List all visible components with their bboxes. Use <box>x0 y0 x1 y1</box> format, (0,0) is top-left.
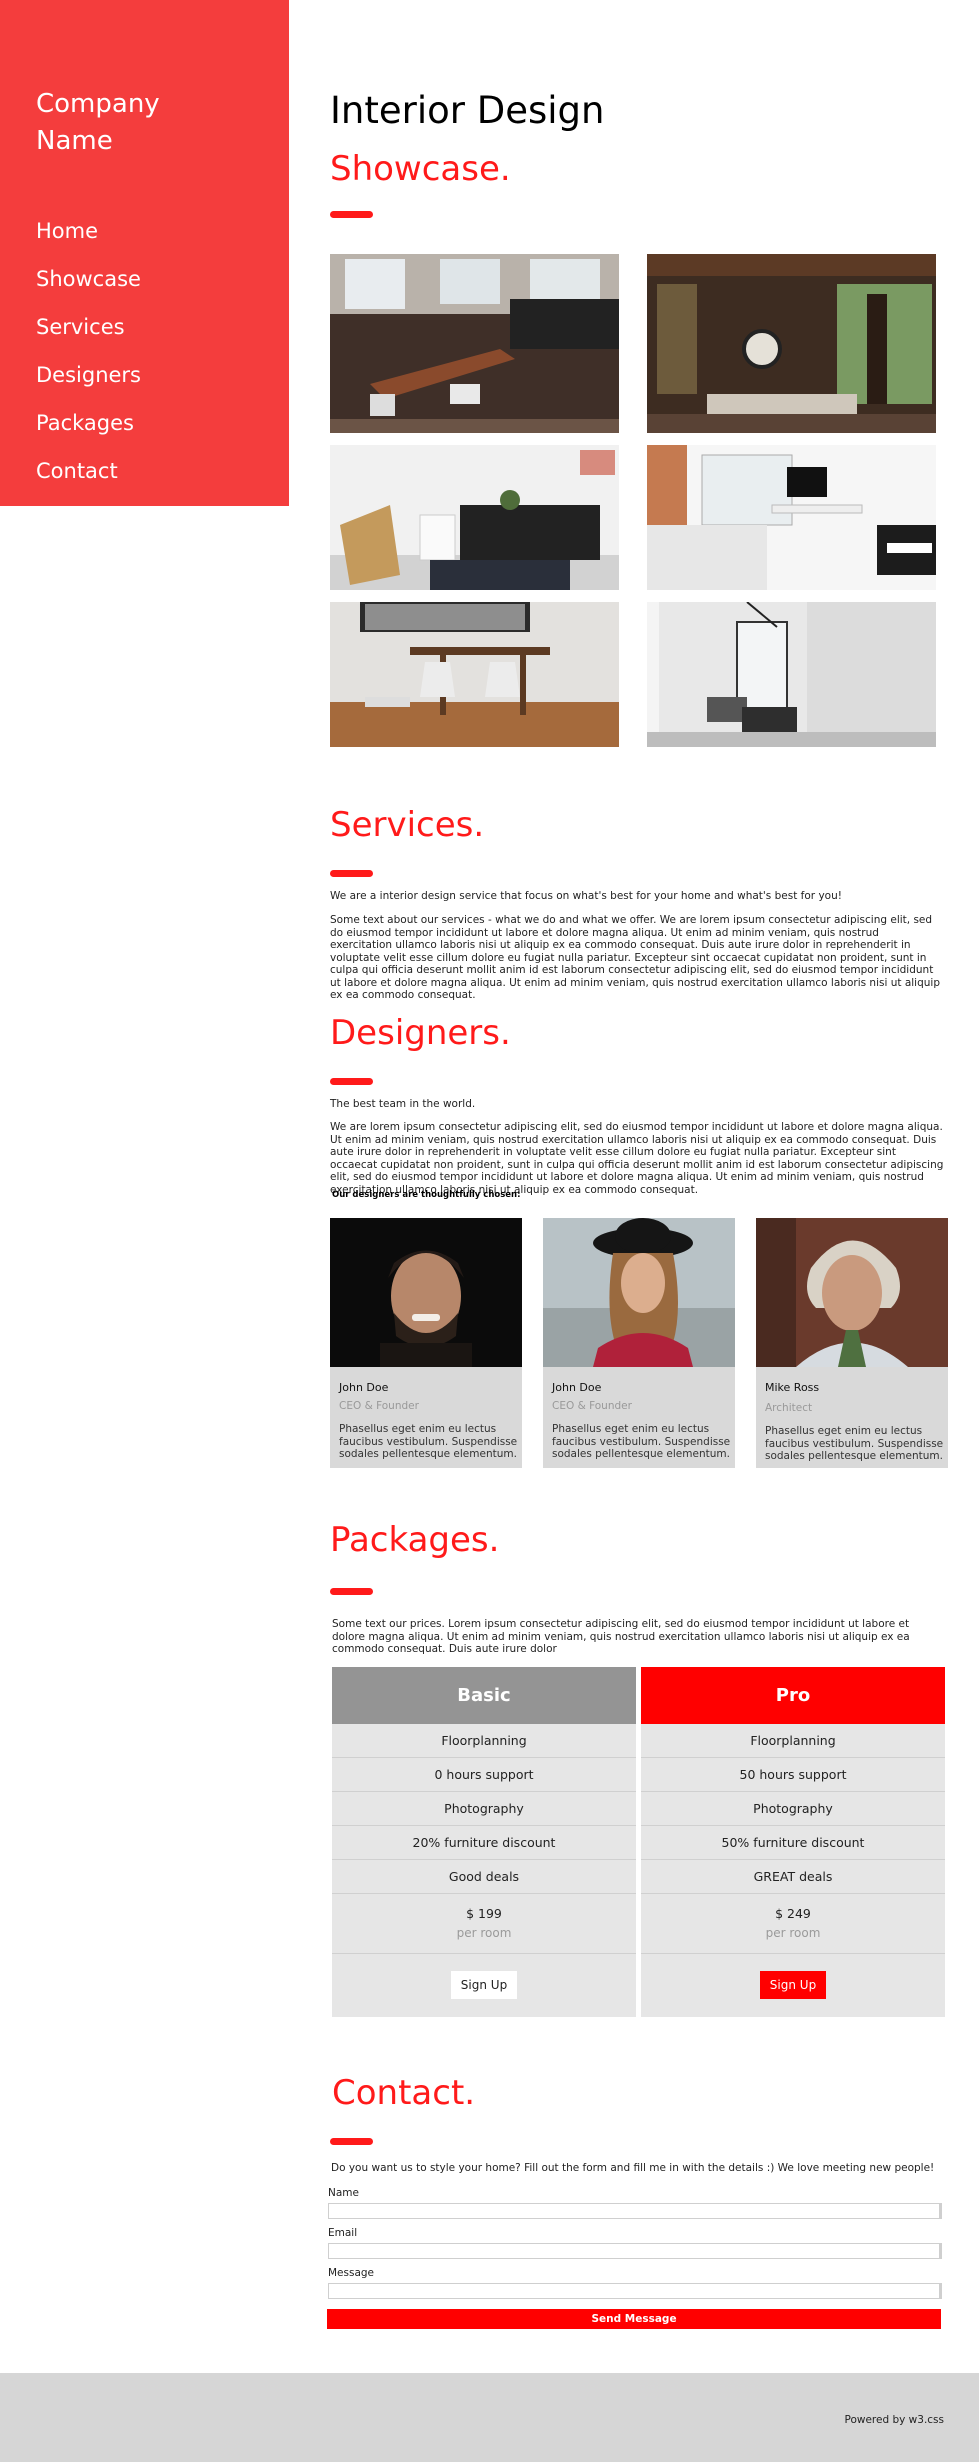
services-body: Some text about our services - what we d… <box>330 914 940 1001</box>
name-label: Name <box>328 2187 359 2199</box>
pro-sign-up-button[interactable]: Sign Up <box>759 1971 827 1999</box>
plan-price-block: $ 199 per room <box>332 1894 636 1954</box>
nav-contact[interactable]: Contact <box>36 454 141 502</box>
packages-body: Some text our prices. Lorem ipsum consec… <box>332 1618 910 1655</box>
showcase-photo-living-room[interactable] <box>330 445 619 590</box>
services-divider <box>330 870 373 877</box>
designers-heading: Designers. <box>330 1013 511 1053</box>
nav-designers[interactable]: Designers <box>36 358 141 406</box>
plan-feature: 0 hours support <box>332 1758 636 1792</box>
designer-desc: Phasellus eget enim eu lectus faucibus v… <box>552 1423 731 1460</box>
plan-feature: GREAT deals <box>641 1860 945 1894</box>
designer-name: Mike Ross <box>765 1381 820 1394</box>
showcase-divider <box>330 211 373 218</box>
designer-name: John Doe <box>339 1381 389 1394</box>
sidebar-nav: Home Showcase Services Designers Package… <box>36 214 141 502</box>
designer-role: Architect <box>765 1402 813 1414</box>
nav-showcase[interactable]: Showcase <box>36 262 141 310</box>
message-input[interactable] <box>328 2283 942 2299</box>
nav-packages[interactable]: Packages <box>36 406 141 454</box>
contact-lead: Do you want us to style your home? Fill … <box>331 2162 935 2174</box>
services-heading: Services. <box>330 805 485 845</box>
designer-role: CEO & Founder <box>552 1400 632 1412</box>
footer: Powered by w3.css <box>0 2373 979 2462</box>
packages-heading: Packages. <box>330 1520 500 1560</box>
contact-heading: Contact. <box>332 2073 476 2113</box>
plan-cta: Sign Up <box>332 1954 636 2017</box>
showcase-photo-porch[interactable] <box>647 254 936 433</box>
plan-price: $ 249 <box>775 1906 811 1921</box>
plan-title: Pro <box>641 1667 945 1724</box>
page-title: Interior Design <box>330 89 605 132</box>
designer-name: John Doe <box>552 1381 602 1394</box>
plan-price-block: $ 249 per room <box>641 1894 945 1954</box>
send-message-button[interactable]: Send Message <box>327 2309 941 2329</box>
designer-desc: Phasellus eget enim eu lectus faucibus v… <box>339 1423 518 1460</box>
message-label: Message <box>328 2267 375 2279</box>
designer-card: John Doe CEO & Founder Phasellus eget en… <box>543 1218 735 1468</box>
contact-divider <box>330 2138 373 2145</box>
basic-sign-up-button[interactable]: Sign Up <box>450 1971 518 1999</box>
sidebar: Company Name Home Showcase Services Desi… <box>0 0 289 506</box>
plan-feature: 20% furniture discount <box>332 1826 636 1860</box>
plan-feature: Floorplanning <box>641 1724 945 1758</box>
plan-cta: Sign Up <box>641 1954 945 2017</box>
email-input[interactable] <box>328 2243 942 2259</box>
services-lead: We are a interior design service that fo… <box>330 890 842 902</box>
powered-by-text: Powered by w3.css <box>844 2414 944 2426</box>
plan-feature: Photography <box>332 1792 636 1826</box>
company-name: Company Name <box>36 89 160 156</box>
plan-title: Basic <box>332 1667 636 1724</box>
designer-card: Mike Ross Architect Phasellus eget enim … <box>756 1218 948 1468</box>
plan-feature: Floorplanning <box>332 1724 636 1758</box>
nav-services[interactable]: Services <box>36 310 141 358</box>
designers-body: We are lorem ipsum consectetur adipiscin… <box>330 1121 944 1196</box>
designer-role: CEO & Founder <box>339 1400 419 1412</box>
showcase-photo-dining[interactable] <box>330 602 619 747</box>
packages-divider <box>330 1588 373 1595</box>
email-label: Email <box>328 2227 358 2239</box>
designer-desc: Phasellus eget enim eu lectus faucibus v… <box>765 1425 944 1462</box>
plan-feature: Good deals <box>332 1860 636 1894</box>
plan-feature: 50% furniture discount <box>641 1826 945 1860</box>
plan-price-unit: per room <box>456 1926 512 1940</box>
designer-photo <box>543 1218 735 1367</box>
designers-lead: The best team in the world. <box>330 1098 476 1110</box>
plan-basic: Basic Floorplanning 0 hours support Phot… <box>332 1667 636 2017</box>
showcase-heading: Showcase. <box>330 149 511 189</box>
nav-home[interactable]: Home <box>36 214 141 262</box>
designer-photo <box>330 1218 522 1367</box>
plan-price: $ 199 <box>466 1906 502 1921</box>
showcase-photo-kitchen[interactable] <box>330 254 619 433</box>
designers-chosen-label: Our designers are thoughtfully chosen: <box>332 1190 521 1200</box>
designers-divider <box>330 1078 373 1085</box>
plan-pro: Pro Floorplanning 50 hours support Photo… <box>641 1667 945 2017</box>
name-input[interactable] <box>328 2203 942 2219</box>
showcase-photo-room[interactable] <box>647 602 936 747</box>
plan-feature: Photography <box>641 1792 945 1826</box>
plan-price-unit: per room <box>765 1926 821 1940</box>
showcase-photo-bedroom[interactable] <box>647 445 936 590</box>
designer-photo <box>756 1218 948 1367</box>
designer-card: John Doe CEO & Founder Phasellus eget en… <box>330 1218 522 1468</box>
plan-feature: 50 hours support <box>641 1758 945 1792</box>
